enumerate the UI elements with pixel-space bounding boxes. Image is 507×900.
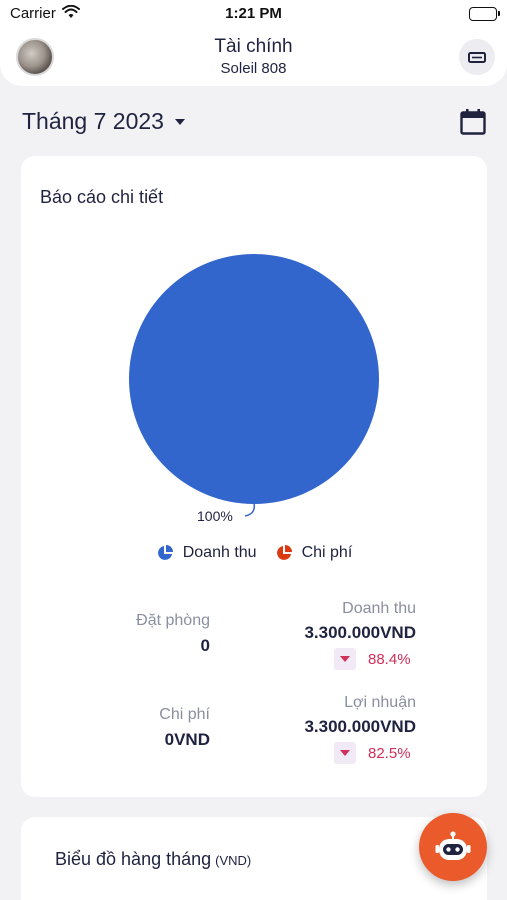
month-selector[interactable]: Tháng 7 2023 xyxy=(22,108,186,135)
pie-slice-revenue[interactable] xyxy=(129,254,379,504)
profit-value: 3.300.000VND xyxy=(304,717,416,736)
bookings-label: Đặt phòng xyxy=(136,612,210,629)
legend-item-expenses[interactable]: Chi phí xyxy=(275,544,353,562)
calendar-icon xyxy=(460,109,486,135)
bookings-value: 0 xyxy=(200,636,210,655)
status-bar: Carrier 1:21 PM xyxy=(0,0,507,28)
app-header: Tài chính Soleil 808 xyxy=(0,28,507,86)
chart-legend: Doanh thu Chi phí xyxy=(21,544,487,562)
monthly-chart-card: Biểu đồ hàng tháng (VND) xyxy=(21,817,487,900)
id-card-icon xyxy=(468,52,486,63)
chatbot-button[interactable] xyxy=(419,813,487,881)
calendar-button[interactable] xyxy=(459,108,487,136)
caret-down-icon xyxy=(174,118,185,125)
legend-label-expenses: Chi phí xyxy=(301,544,353,561)
profit-label: Lợi nhuận xyxy=(344,694,416,711)
page-title: Tài chính xyxy=(214,36,293,57)
pie-chart-icon xyxy=(157,545,173,560)
monthly-chart-unit: (VND) xyxy=(215,853,252,868)
caret-down-icon xyxy=(334,648,356,670)
revenue-change-value: 88.4% xyxy=(368,650,411,668)
caret-down-icon xyxy=(334,742,356,764)
legend-item-revenue[interactable]: Doanh thu xyxy=(156,544,257,562)
id-card-button[interactable] xyxy=(459,39,495,75)
robot-icon xyxy=(435,831,471,860)
pie-chart-icon xyxy=(276,545,292,560)
pie-chart xyxy=(21,156,487,536)
revenue-value: 3.300.000VND xyxy=(304,623,416,642)
profit-change: 82.5% xyxy=(334,742,411,764)
clock: 1:21 PM xyxy=(225,5,282,22)
monthly-chart-title: Biểu đồ hàng tháng (VND) xyxy=(55,849,252,869)
revenue-change: 88.4% xyxy=(334,648,411,670)
profit-change-value: 82.5% xyxy=(368,744,411,762)
pie-percent-label: 100% xyxy=(197,508,233,524)
property-name: Soleil 808 xyxy=(220,60,287,77)
detail-report-card: Báo cáo chi tiết 100% Doanh thu Chi phí … xyxy=(21,156,487,797)
legend-label-revenue: Doanh thu xyxy=(182,544,257,561)
expenses-label: Chi phí xyxy=(159,706,210,723)
expenses-value: 0VND xyxy=(164,730,210,749)
battery-icon xyxy=(469,7,500,21)
revenue-label: Doanh thu xyxy=(342,600,416,617)
month-label: Tháng 7 2023 xyxy=(22,108,164,134)
